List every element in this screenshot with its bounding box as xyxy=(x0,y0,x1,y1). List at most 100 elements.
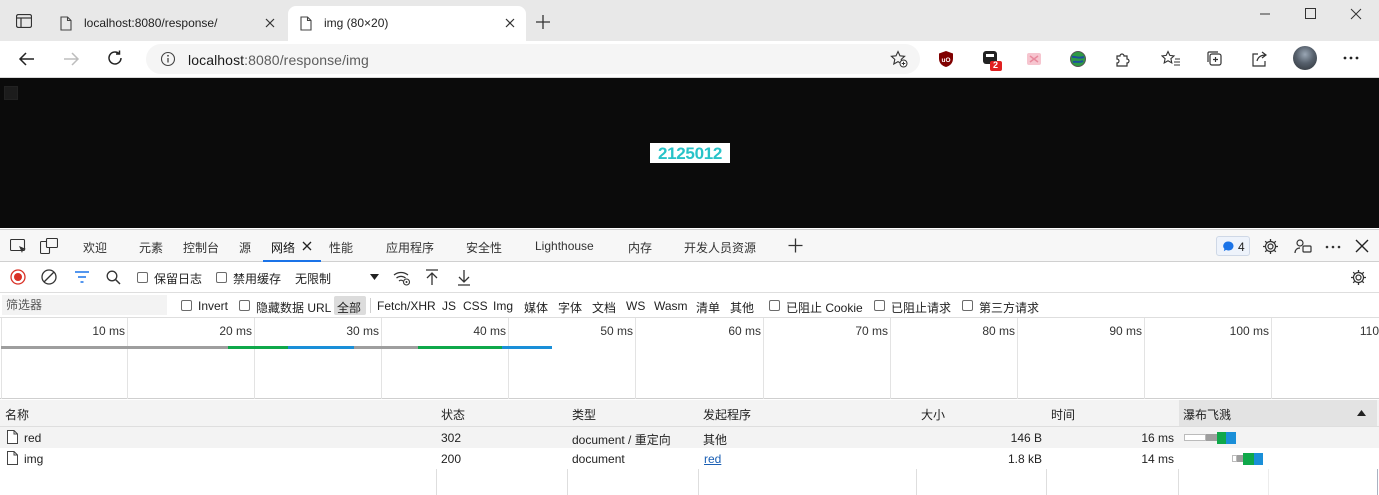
new-tab-icon[interactable] xyxy=(535,14,551,30)
address-bar[interactable]: localhost:8080/response/img xyxy=(146,44,920,74)
filter-type-css[interactable]: CSS xyxy=(463,299,488,313)
waterfall-bar-queue xyxy=(1184,434,1206,441)
tab-console[interactable]: 控制台 xyxy=(183,239,219,256)
overview-gridline xyxy=(1017,318,1018,399)
close-network-tab-icon[interactable] xyxy=(302,241,312,251)
request-type: document xyxy=(572,452,625,466)
tab-title: localhost:8080/response/ xyxy=(84,16,218,30)
tab-network[interactable]: 网络 xyxy=(271,239,295,256)
overview-bar-waiting xyxy=(354,346,418,349)
forward-icon[interactable] xyxy=(62,50,80,68)
back-icon[interactable] xyxy=(18,50,36,68)
invert-checkbox[interactable] xyxy=(181,300,192,311)
tab-lighthouse[interactable]: Lighthouse xyxy=(535,239,594,253)
collections-icon[interactable] xyxy=(1206,50,1224,68)
refresh-icon[interactable] xyxy=(106,49,124,67)
tab-welcome[interactable]: 欢迎 xyxy=(83,239,107,256)
header-time[interactable]: 时间 xyxy=(1051,406,1075,423)
minimize-icon[interactable] xyxy=(1255,6,1275,22)
pink-extension-icon[interactable] xyxy=(1026,51,1042,67)
page-icon xyxy=(300,16,312,31)
tab-security[interactable]: 安全性 xyxy=(466,239,502,256)
filter-type-manifest[interactable]: 清单 xyxy=(696,299,720,316)
network-conditions-icon[interactable] xyxy=(393,270,411,286)
overview-gridline xyxy=(127,318,128,399)
request-size: 146 B xyxy=(1010,431,1042,445)
close-tab-icon[interactable] xyxy=(262,15,278,31)
filter-type-wasm[interactable]: Wasm xyxy=(654,299,688,313)
header-initiator[interactable]: 发起程序 xyxy=(703,406,751,423)
hide-data-urls-checkbox[interactable] xyxy=(239,300,250,311)
filter-type-font[interactable]: 字体 xyxy=(558,299,582,316)
tab-memory[interactable]: 内存 xyxy=(628,239,652,256)
filter-type-media[interactable]: 媒体 xyxy=(524,299,548,316)
close-tab-icon[interactable] xyxy=(502,15,518,31)
extension-with-badge-icon[interactable]: 2 xyxy=(982,50,1004,72)
browser-tab-response[interactable]: localhost:8080/response/ xyxy=(48,6,286,41)
favorites-icon[interactable] xyxy=(1161,50,1181,68)
browser-titlebar: localhost:8080/response/ img (80×20) xyxy=(0,0,1379,41)
add-favorite-icon[interactable] xyxy=(890,50,908,68)
table-row[interactable]: red 302 document / 重定向 其他 146 B 16 ms xyxy=(0,427,1379,448)
tab-elements[interactable]: 元素 xyxy=(139,239,163,256)
share-icon[interactable] xyxy=(1250,50,1268,68)
issues-count: 4 xyxy=(1238,240,1245,254)
tab-application[interactable]: 应用程序 xyxy=(386,239,434,256)
clear-icon[interactable] xyxy=(41,269,57,285)
filter-type-all[interactable]: 全部 xyxy=(337,299,361,316)
tab-developer-resources[interactable]: 开发人员资源 xyxy=(684,239,756,256)
request-time: 16 ms xyxy=(1141,431,1174,445)
close-window-icon[interactable] xyxy=(1346,6,1366,22)
preserve-log-checkbox[interactable] xyxy=(137,272,148,283)
filter-input[interactable] xyxy=(2,295,167,315)
export-har-icon[interactable] xyxy=(457,269,471,286)
globe-extension-icon[interactable] xyxy=(1069,50,1087,68)
sort-ascending-icon xyxy=(1357,410,1366,416)
filter-type-doc[interactable]: 文档 xyxy=(592,299,616,316)
header-size[interactable]: 大小 xyxy=(921,406,945,423)
filter-icon[interactable] xyxy=(74,271,90,283)
header-status[interactable]: 状态 xyxy=(441,406,465,423)
issues-counter[interactable]: 4 xyxy=(1216,236,1250,256)
browser-tab-img[interactable]: img (80×20) xyxy=(288,6,526,41)
address-url[interactable]: localhost:8080/response/img xyxy=(188,52,369,68)
table-row[interactable]: img 200 document red 1.8 kB 14 ms xyxy=(0,448,1379,469)
filter-type-ws[interactable]: WS xyxy=(626,299,645,313)
feedback-icon[interactable] xyxy=(1294,238,1312,255)
ublock-extension-icon[interactable]: uO xyxy=(938,50,954,68)
filter-type-fetch[interactable]: Fetch/XHR xyxy=(377,299,436,313)
request-size: 1.8 kB xyxy=(1007,452,1042,466)
filter-type-img[interactable]: Img xyxy=(493,299,513,313)
throttling-select[interactable]: 无限制 xyxy=(290,266,382,288)
network-settings-icon[interactable] xyxy=(1350,269,1367,286)
blocked-cookies-checkbox[interactable] xyxy=(769,300,780,311)
tab-sources[interactable]: 源 xyxy=(239,239,251,256)
settings-more-icon[interactable] xyxy=(1343,56,1359,60)
overview-bar-content xyxy=(418,346,502,349)
blocked-requests-checkbox[interactable] xyxy=(874,300,885,311)
close-devtools-icon[interactable] xyxy=(1355,239,1369,253)
filter-type-js[interactable]: JS xyxy=(442,299,456,313)
maximize-icon[interactable] xyxy=(1300,6,1320,22)
tab-performance[interactable]: 性能 xyxy=(329,239,353,256)
devtools-settings-icon[interactable] xyxy=(1262,238,1279,255)
add-tool-icon[interactable] xyxy=(788,238,803,253)
initiator-link[interactable]: red xyxy=(704,452,721,466)
header-waterfall-cell[interactable]: 瀑布飞溅 xyxy=(1179,400,1377,426)
inspect-element-icon[interactable] xyxy=(10,239,28,255)
disable-cache-checkbox[interactable] xyxy=(216,272,227,283)
filter-type-other[interactable]: 其他 xyxy=(730,299,754,316)
extensions-puzzle-icon[interactable] xyxy=(1114,50,1132,68)
network-overview[interactable]: 10 ms 20 ms 30 ms 40 ms 50 ms 60 ms 70 m… xyxy=(0,318,1379,399)
device-emulation-icon[interactable] xyxy=(40,238,58,255)
record-icon[interactable] xyxy=(10,269,26,285)
profile-avatar[interactable] xyxy=(1293,46,1317,70)
third-party-checkbox[interactable] xyxy=(962,300,973,311)
search-icon[interactable] xyxy=(106,270,121,285)
import-har-icon[interactable] xyxy=(425,269,439,286)
devtools-more-icon[interactable] xyxy=(1325,245,1341,249)
site-info-icon[interactable] xyxy=(160,51,176,67)
tab-actions-icon[interactable] xyxy=(16,14,32,28)
header-name[interactable]: 名称 xyxy=(5,406,29,423)
header-type[interactable]: 类型 xyxy=(572,406,596,423)
